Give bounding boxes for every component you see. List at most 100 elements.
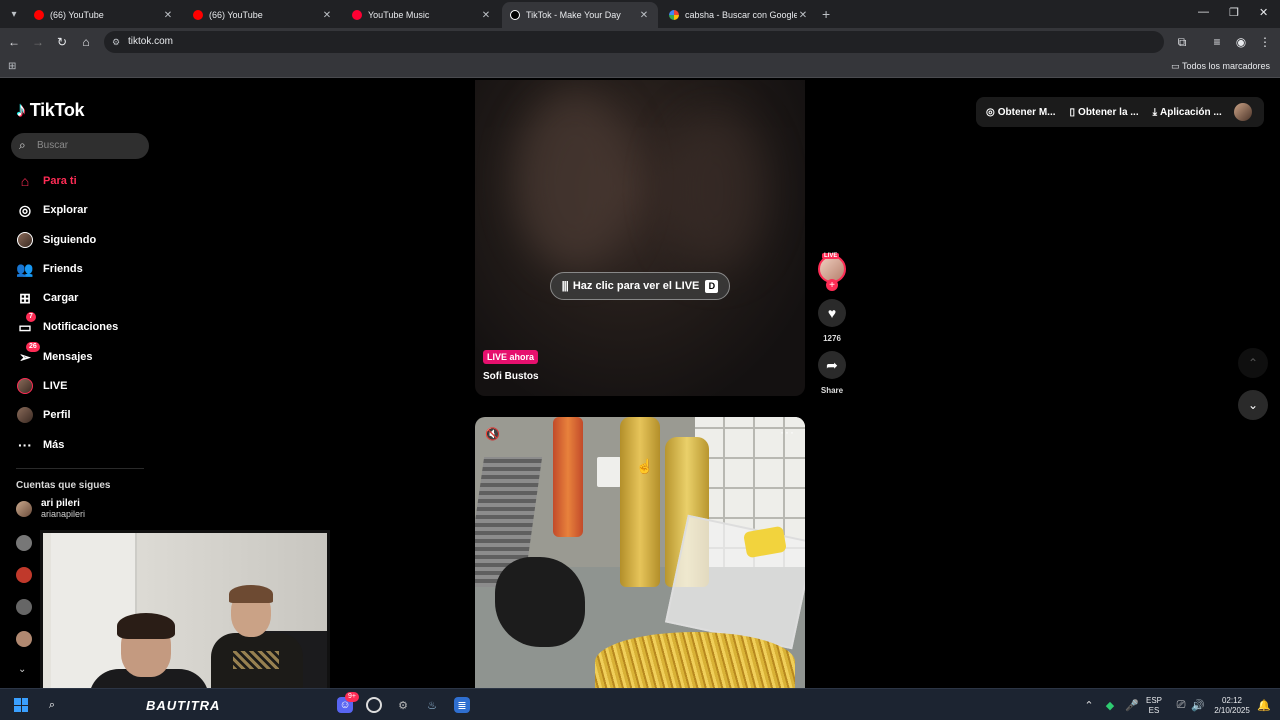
like-button[interactable]: ♥: [818, 299, 846, 327]
google-icon: [669, 10, 679, 20]
nav-item-para-ti[interactable]: ⌂ Para ti: [16, 171, 77, 191]
nav-item-siguiendo[interactable]: Siguiendo: [16, 230, 96, 250]
extensions-icon[interactable]: ⧉: [1174, 34, 1190, 50]
apps-grid-icon[interactable]: ⊞: [8, 61, 16, 72]
get-coins-label: Obtener M...: [997, 106, 1056, 118]
heart-icon: ♥: [827, 305, 837, 321]
new-tab-button[interactable]: +: [822, 6, 830, 22]
browser-tab-strip: ▾ (66) YouTube ✕ (66) YouTube ✕ YouTube …: [0, 0, 1280, 28]
logo-text: TikTok: [29, 100, 85, 120]
close-tab-icon[interactable]: ✕: [480, 10, 492, 21]
nav-label: Friends: [43, 263, 83, 275]
nav-item-notificaciones[interactable]: ▭ 7 Notificaciones: [16, 312, 118, 337]
browser-tab[interactable]: YouTube Music ✕: [344, 2, 500, 28]
live-icon: [16, 377, 34, 395]
notepad-icon[interactable]: ≣: [454, 697, 470, 713]
muted-icon[interactable]: 🔇: [485, 427, 500, 441]
steam-icon[interactable]: ♨: [424, 697, 440, 713]
language-indicator[interactable]: ESP ES: [1146, 696, 1162, 716]
following-avatar[interactable]: [16, 535, 32, 551]
top-actions-bar: ◎ Obtener M... ▯ Obtener la ... ⤓ Aplicació…: [976, 97, 1264, 127]
nav-item-friends[interactable]: 👥 Friends: [16, 259, 83, 279]
notification-bell-icon[interactable]: 🔔: [1256, 697, 1272, 713]
account-username: arianapileri: [41, 509, 86, 519]
all-bookmarks-button[interactable]: ▭ Todos los marcadores: [1171, 61, 1270, 72]
chevron-down-icon[interactable]: ⌄: [18, 664, 26, 675]
get-coins-button[interactable]: ◎ Obtener M...: [986, 107, 1056, 118]
share-button[interactable]: ➦: [818, 351, 846, 379]
forward-icon[interactable]: →: [30, 34, 46, 50]
tab-search-icon[interactable]: ▾: [4, 4, 24, 24]
close-tab-icon[interactable]: ✕: [321, 10, 333, 21]
minimize-icon[interactable]: —: [1198, 6, 1209, 18]
browser-tab[interactable]: (66) YouTube ✕: [185, 2, 341, 28]
close-tab-icon[interactable]: ✕: [797, 10, 809, 21]
nav-label: Más: [43, 439, 65, 451]
follow-plus-icon[interactable]: +: [826, 279, 838, 291]
tab-title: TikTok - Make Your Day: [526, 10, 621, 20]
nav-item-perfil[interactable]: Perfil: [16, 405, 71, 425]
avatar: [16, 500, 32, 517]
nav-item-mensajes[interactable]: ➢ 26 Mensajes: [16, 342, 93, 367]
streamer-name: BAUTITRA: [146, 698, 221, 713]
close-tab-icon[interactable]: ✕: [162, 10, 174, 21]
chevron-up-icon: ⌃: [1247, 356, 1259, 370]
site-info-icon[interactable]: ⚙: [112, 37, 120, 48]
clock-date: 2/10/2025: [1214, 706, 1250, 715]
like-count: 1276: [823, 334, 841, 343]
all-bookmarks-label: Todos los marcadores: [1181, 61, 1270, 71]
discord-badge: 9+: [345, 692, 359, 702]
get-app-label: Obtener la ...: [1078, 106, 1139, 118]
creator-name[interactable]: Sofi Bustos: [483, 371, 539, 382]
following-avatar[interactable]: [16, 599, 32, 615]
network-icon[interactable]: ⎚: [1173, 697, 1189, 713]
bookmarks-bar: ⊞ ▭ Todos los marcadores: [0, 56, 1280, 78]
search-input[interactable]: ⌕ Buscar: [11, 133, 149, 159]
restore-icon[interactable]: ❐: [1229, 6, 1239, 19]
chrome-icon[interactable]: [366, 697, 382, 713]
profile-browser-icon[interactable]: ◉: [1233, 34, 1249, 50]
download-app-button[interactable]: ⤓ Aplicación ...: [1153, 107, 1222, 118]
following-avatar[interactable]: [16, 567, 32, 583]
reload-icon[interactable]: ↻: [54, 34, 70, 50]
live-now-badge: LIVE ahora: [483, 350, 539, 364]
close-tab-icon[interactable]: ✕: [638, 10, 650, 21]
nav-item-cargar[interactable]: ⊞ Cargar: [16, 288, 78, 308]
browser-menu-icon[interactable]: ⋮: [1257, 34, 1273, 50]
mouse-cursor-icon: ☝: [636, 458, 654, 474]
following-account[interactable]: ari pileri arianapileri: [16, 498, 85, 519]
clock[interactable]: 02:12 2/10/2025: [1210, 696, 1254, 716]
get-app-button[interactable]: ▯ Obtener la ...: [1070, 107, 1139, 118]
taskbar-search-icon[interactable]: ⌕: [44, 697, 60, 713]
live-video-card[interactable]: ||| Haz clic para ver el LIVE D LIVE aho…: [475, 80, 805, 396]
home-browser-icon[interactable]: ⌂: [78, 34, 94, 50]
nav-item-explorar[interactable]: ◎ Explorar: [16, 200, 88, 220]
messages-icon: ➢ 26: [16, 342, 40, 366]
user-avatar[interactable]: [1234, 103, 1252, 121]
nav-item-mas[interactable]: ··· Más: [16, 435, 64, 455]
tray-chevron-up-icon[interactable]: ⌃: [1081, 697, 1097, 713]
microphone-icon[interactable]: 🎤: [1124, 697, 1140, 713]
tray-app-icon[interactable]: ◆: [1102, 697, 1118, 713]
tiktok-logo[interactable]: ♪ TikTok: [16, 99, 85, 122]
browser-tab-active[interactable]: TikTok - Make Your Day ✕: [502, 2, 658, 28]
previous-video-button[interactable]: ⌃: [1238, 348, 1268, 378]
close-window-icon[interactable]: ✕: [1259, 6, 1268, 19]
following-avatar[interactable]: [16, 631, 32, 647]
volume-icon[interactable]: 🔊: [1190, 697, 1206, 713]
more-options-icon[interactable]: ···: [780, 425, 795, 439]
browser-tab[interactable]: cabsha - Buscar con Google ✕: [661, 2, 817, 28]
nav-item-live[interactable]: LIVE: [16, 376, 67, 396]
address-bar[interactable]: ⚙ tiktok.com: [104, 31, 1164, 53]
profile-icon: [16, 406, 34, 424]
back-icon[interactable]: ←: [6, 34, 22, 50]
windows-start-icon[interactable]: [14, 698, 28, 712]
media-control-icon[interactable]: ≡: [1209, 34, 1225, 50]
account-name: ari pileri: [41, 498, 80, 509]
discord-icon[interactable]: ☺ 9+: [337, 692, 359, 713]
settings-gear-icon[interactable]: ⚙: [395, 697, 411, 713]
next-video-button[interactable]: ⌄: [1238, 390, 1268, 420]
watch-live-button[interactable]: ||| Haz clic para ver el LIVE D: [550, 272, 730, 300]
search-placeholder: Buscar: [37, 140, 69, 151]
browser-tab[interactable]: (66) YouTube ✕: [26, 2, 182, 28]
